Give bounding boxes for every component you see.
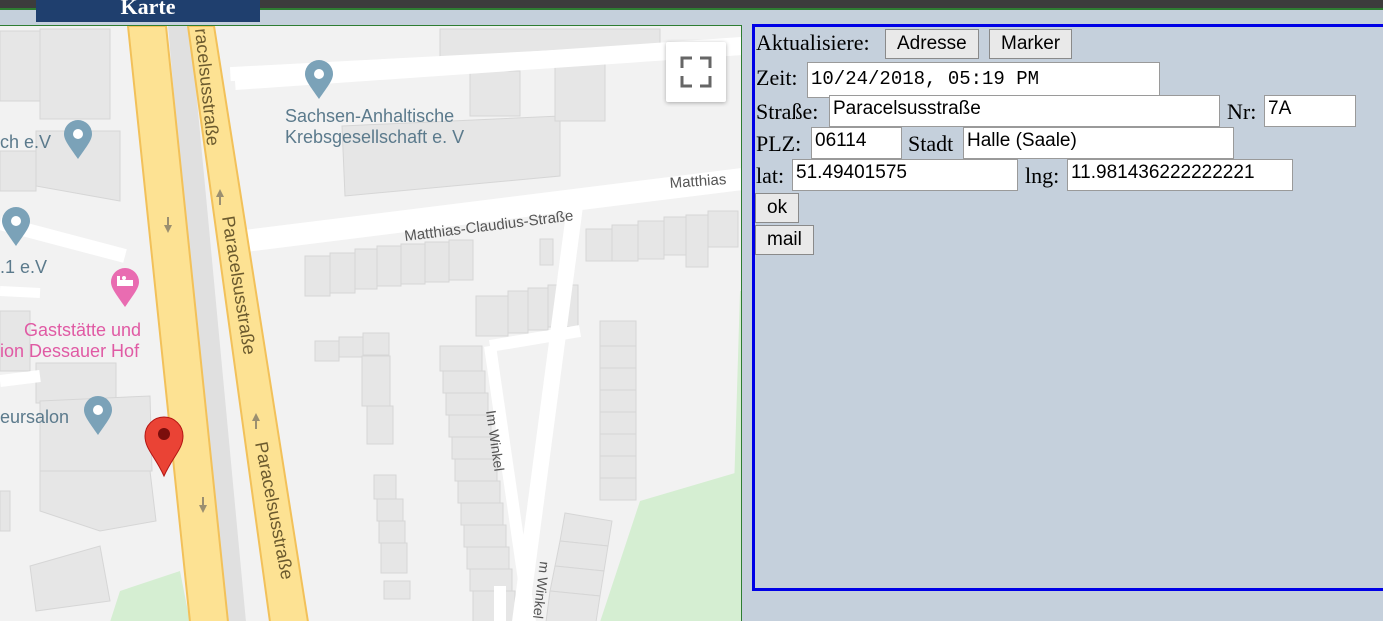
strasse-label: Straße: — [756, 99, 819, 124]
tab-karte[interactable]: Karte — [36, 0, 260, 22]
strasse-field[interactable]: Paracelsusstraße — [829, 95, 1220, 127]
plz-field[interactable]: 06114 — [811, 127, 902, 159]
mail-button[interactable]: mail — [755, 225, 814, 255]
map-canvas[interactable]: Sachsen-Anhaltische Krebsgesellschaft e.… — [0, 26, 742, 621]
address-panel: Aktualisiere: Adresse Marker Zeit: 10/24… — [752, 24, 1383, 591]
lat-field[interactable]: 51.49401575 — [792, 159, 1018, 191]
plz-label: PLZ: — [756, 131, 802, 156]
label-ch-ev: ch e.V — [0, 132, 51, 152]
lat-label: lat: — [756, 163, 785, 188]
marker-button[interactable]: Marker — [989, 29, 1073, 59]
zeit-field[interactable]: 10/24/2018, 05:19 PM — [807, 62, 1160, 98]
aktualisiere-label: Aktualisiere: — [756, 30, 870, 55]
stadt-label: Stadt — [908, 131, 954, 156]
lng-label: lng: — [1025, 163, 1060, 188]
nr-field[interactable]: 7A — [1264, 95, 1356, 127]
stadt-field[interactable]: Halle (Saale) — [963, 127, 1234, 159]
fullscreen-button[interactable] — [666, 42, 726, 102]
tab-karte-label: Karte — [120, 0, 176, 19]
ok-button[interactable]: ok — [755, 193, 800, 223]
label-gaststaette-1: Gaststätte und — [24, 320, 141, 340]
label-one-ev: .1 e.V — [0, 257, 47, 277]
label-krebs-1: Sachsen-Anhaltische — [285, 106, 454, 126]
label-krebs-2: Krebsgesellschaft e. V — [285, 127, 464, 147]
adresse-button[interactable]: Adresse — [885, 29, 979, 59]
nr-label: Nr: — [1227, 99, 1257, 124]
map-view[interactable]: Sachsen-Anhaltische Krebsgesellschaft e.… — [0, 25, 742, 621]
fullscreen-icon — [680, 56, 712, 88]
label-gaststaette-2: ion Dessauer Hof — [0, 341, 140, 361]
lng-field[interactable]: 11.981436222222221 — [1067, 159, 1293, 191]
zeit-label: Zeit: — [756, 65, 798, 90]
label-eursalon: eursalon — [0, 407, 69, 427]
